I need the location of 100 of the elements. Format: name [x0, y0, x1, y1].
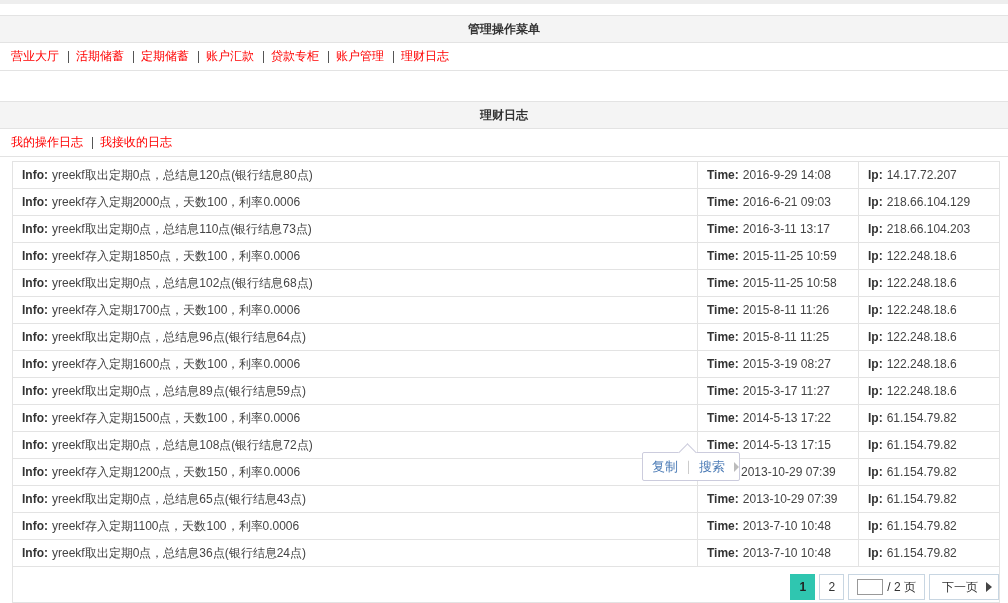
field-label: Time: [707, 168, 739, 182]
field-value: 61.154.79.82 [886, 546, 957, 560]
field-value: yreekf取出定期0点，总结息96点(银行结息64点) [52, 329, 307, 344]
field-label: Time: [707, 276, 739, 290]
page-button[interactable]: 2 [819, 574, 845, 600]
field-label: Time: [707, 330, 739, 344]
field-label: Ip: [868, 519, 883, 533]
field-value: yreekf存入定期1700点，天数100，利率0.0006 [52, 302, 301, 317]
field-value: yreekf存入定期1100点，天数100，利率0.0006 [52, 518, 300, 533]
field-value: yreekf取出定期0点，总结息110点(银行结息73点) [52, 221, 312, 236]
field-label: Ip: [868, 465, 883, 479]
field-value: 61.154.79.82 [886, 519, 957, 533]
field-label: Info: [22, 167, 48, 182]
field-label: Info: [22, 275, 48, 290]
field-value: 2013-7-10 10:48 [742, 519, 831, 533]
field-label: Time: [707, 195, 739, 209]
field-label: Time: [707, 492, 739, 506]
field-label: Ip: [868, 249, 883, 263]
field-value: 2013-10-29 07:39 [742, 492, 838, 506]
field-label: Ip: [868, 438, 883, 452]
field-value: 2015-8-11 11:25 [742, 330, 830, 344]
field-label: Ip: [868, 384, 883, 398]
field-label: Time: [707, 357, 739, 371]
popup-action[interactable]: 搜索 [699, 457, 725, 476]
nav-link[interactable]: 活期储蓄 [76, 48, 124, 65]
field-label: Info: [22, 437, 48, 452]
page-total: / 2 页 [887, 578, 916, 596]
field-label: Info: [22, 383, 48, 398]
field-value: 2016-3-11 13:17 [742, 222, 830, 236]
field-value: 122.248.18.6 [886, 384, 957, 398]
field-value: 2015-11-25 10:58 [742, 276, 837, 290]
field-value: 122.248.18.6 [886, 249, 957, 263]
field-label: Time: [707, 438, 739, 452]
field-label: Ip: [868, 195, 883, 209]
field-value: yreekf取出定期0点，总结息65点(银行结息43点) [52, 491, 307, 506]
field-label: Ip: [868, 330, 883, 344]
nav-link[interactable]: 营业大厅 [11, 48, 59, 65]
nav-link[interactable]: 贷款专柜 [271, 48, 319, 65]
field-label: Ip: [868, 492, 883, 506]
field-value: yreekf存入定期2000点，天数100，利率0.0006 [52, 194, 301, 209]
field-value: yreekf取出定期0点，总结息102点(银行结息68点) [52, 275, 313, 290]
field-value: 61.154.79.82 [886, 438, 957, 452]
field-value: 2013-10-29 07:39 [741, 465, 836, 479]
field-value: 61.154.79.82 [886, 492, 957, 506]
field-value: 2013-7-10 10:48 [742, 546, 831, 560]
nav-link[interactable]: 理财日志 [401, 48, 449, 65]
field-value: 2015-3-19 08:27 [742, 357, 831, 371]
field-value: 122.248.18.6 [886, 303, 957, 317]
next-page-button[interactable]: 下一页 [929, 574, 999, 600]
field-label: Info: [22, 518, 48, 533]
field-value: yreekf存入定期1850点，天数100，利率0.0006 [52, 248, 301, 263]
nav-link[interactable]: 我接收的日志 [100, 134, 172, 151]
field-value: yreekf存入定期1500点，天数100，利率0.0006 [52, 410, 301, 425]
field-value: yreekf取出定期0点，总结息120点(银行结息80点) [52, 167, 313, 182]
field-label: Ip: [868, 357, 883, 371]
field-value: 2015-3-17 11:27 [742, 384, 830, 398]
field-value: 14.17.72.207 [886, 168, 957, 182]
nav-link[interactable]: 账户管理 [336, 48, 384, 65]
field-label: Ip: [868, 546, 883, 560]
field-label: Ip: [868, 411, 883, 425]
field-value: 2015-8-11 11:26 [742, 303, 830, 317]
field-label: Ip: [868, 303, 883, 317]
field-label: Info: [22, 329, 48, 344]
field-label: Info: [22, 194, 48, 209]
page-button[interactable]: 1 [790, 574, 816, 600]
field-label: Info: [22, 410, 48, 425]
field-label: Time: [707, 384, 739, 398]
field-label: Info: [22, 221, 48, 236]
field-value: 218.66.104.129 [886, 195, 971, 209]
field-value: 61.154.79.82 [886, 465, 957, 479]
panel-header: 理财日志 [0, 102, 1008, 129]
field-label: Info: [22, 464, 48, 479]
caret-icon[interactable] [734, 461, 739, 472]
field-label: Time: [707, 249, 739, 263]
field-value: 2016-6-21 09:03 [742, 195, 831, 209]
field-value: yreekf取出定期0点，总结息89点(银行结息59点) [52, 383, 307, 398]
nav-link[interactable]: 账户汇款 [206, 48, 254, 65]
popup-action[interactable]: 复制 [652, 457, 678, 476]
field-label: Info: [22, 491, 48, 506]
field-label: Time: [707, 411, 739, 425]
panel-header: 管理操作菜单 [0, 16, 1008, 43]
field-value: 122.248.18.6 [886, 357, 957, 371]
field-value: yreekf存入定期1600点，天数100，利率0.0006 [52, 356, 301, 371]
field-label: Info: [22, 545, 48, 560]
field-value: 122.248.18.6 [886, 276, 957, 290]
field-label: Time: [707, 222, 739, 236]
field-value: 2015-11-25 10:59 [742, 249, 837, 263]
field-value: yreekf取出定期0点，总结息36点(银行结息24点) [52, 545, 307, 560]
field-value: 2014-5-13 17:15 [742, 438, 831, 452]
field-value: yreekf存入定期1200点，天数150，利率0.0006 [52, 464, 301, 479]
page-input[interactable] [857, 579, 884, 595]
field-value: 61.154.79.82 [886, 411, 957, 425]
field-label: Info: [22, 302, 48, 317]
caret-icon [986, 582, 992, 592]
field-value: yreekf取出定期0点，总结息108点(银行结息72点) [52, 437, 313, 452]
nav-link[interactable]: 我的操作日志 [11, 134, 83, 151]
field-value: 2016-9-29 14:08 [742, 168, 831, 182]
field-value: 2014-5-13 17:22 [742, 411, 831, 425]
field-label: Info: [22, 356, 48, 371]
nav-link[interactable]: 定期储蓄 [141, 48, 189, 65]
